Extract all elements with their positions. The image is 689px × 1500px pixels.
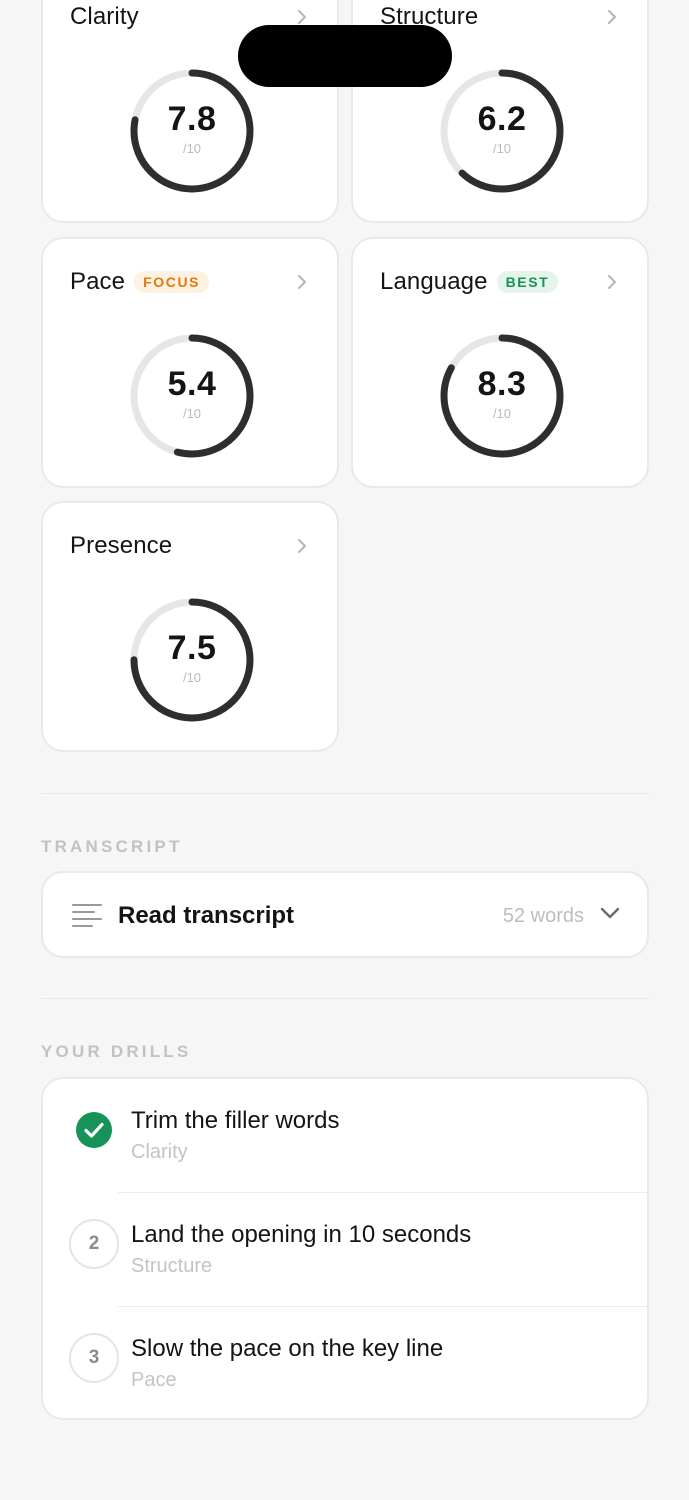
metric-title: Language [380,268,488,295]
drills-list: Trim the filler words Clarity 2 Land the… [41,1077,649,1420]
drill-category: Structure [131,1255,213,1277]
drills-section-label: YOUR DRILLS [41,1042,192,1061]
drill-category: Clarity [131,1141,188,1163]
chevron-right-icon [298,539,306,553]
chevron-right-icon [608,275,616,289]
drill-category: Pace [131,1369,177,1391]
drill-title: Slow the pace on the key line [131,1335,444,1362]
score-max: /10 [182,406,202,421]
transcript-section-label: TRANSCRIPT [41,837,183,856]
camera-island [238,25,452,87]
score-ring: 7.5 /10 [127,595,257,725]
chevron-right-icon [608,10,616,24]
drill-number: 2 [69,1219,119,1269]
drill-item[interactable]: Trim the filler words Clarity [43,1079,647,1193]
metric-card-presence[interactable]: Presence 7.5 /10 [41,501,339,752]
section-divider [41,998,649,999]
chevron-down-icon [600,907,620,919]
score-max: /10 [492,141,512,156]
drill-title: Land the opening in 10 seconds [131,1221,472,1248]
score-value: 5.4 [167,365,217,403]
chevron-right-icon [298,275,306,289]
score-max: /10 [182,141,202,156]
metric-title: Clarity [70,3,139,30]
score-ring: 7.8 /10 [127,66,257,196]
drill-item[interactable]: 2 Land the opening in 10 seconds Structu… [43,1193,647,1307]
chevron-right-icon [298,10,306,24]
metric-title: Pace [70,268,126,295]
text-lines-icon [72,904,102,927]
score-max: /10 [492,406,512,421]
best-badge: BEST [496,271,559,293]
read-transcript-button[interactable]: Read transcript 52 words [41,871,649,958]
drill-number: 3 [69,1333,119,1383]
metric-card-language[interactable]: Language BEST 8.3 /10 [351,237,649,488]
check-circle-icon [76,1112,112,1148]
score-ring: 6.2 /10 [437,66,567,196]
score-value: 8.3 [477,365,527,403]
focus-badge: FOCUS [134,271,210,293]
score-value: 7.8 [167,100,217,138]
metric-card-pace[interactable]: Pace FOCUS 5.4 /10 [41,237,339,488]
metric-title: Presence [70,532,173,559]
score-ring: 8.3 /10 [437,331,567,461]
word-count: 52 words [502,905,584,927]
score-max: /10 [182,670,202,685]
score-value: 7.5 [167,629,217,667]
drill-item[interactable]: 3 Slow the pace on the key line Pace [43,1307,647,1418]
section-divider [41,793,649,794]
transcript-label: Read transcript [118,902,295,929]
score-ring: 5.4 /10 [127,331,257,461]
score-value: 6.2 [477,100,527,138]
drill-title: Trim the filler words [131,1107,340,1134]
